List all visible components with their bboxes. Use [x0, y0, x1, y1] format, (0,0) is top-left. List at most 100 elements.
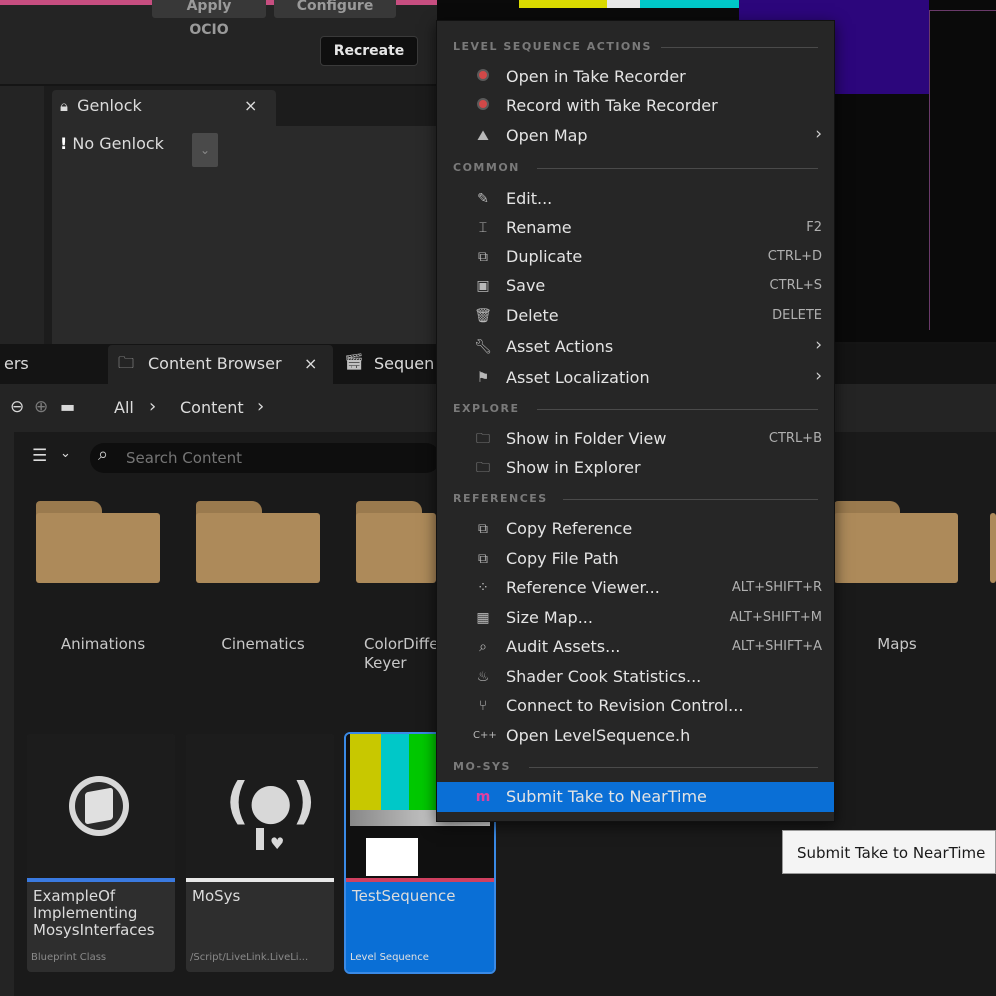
menu-item-label: Save [506, 276, 546, 295]
folder-label: Animations [60, 635, 146, 653]
folder-label: Cinematics [221, 635, 305, 653]
folder-maps[interactable] [834, 501, 958, 583]
menu-item-copy-reference[interactable]: ⧉ Copy Reference [437, 514, 834, 544]
apply-ocio-button[interactable]: Apply OCIO [152, 0, 266, 38]
menu-item-label: Edit... [506, 189, 553, 208]
folder-cinematics[interactable] [196, 501, 320, 583]
menu-item-open-take-recorder[interactable]: Open in Take Recorder [437, 62, 834, 92]
livelink-icon: (●) [226, 772, 316, 830]
menu-item-asset-localization[interactable]: ⚑ Asset Localization › [437, 363, 834, 393]
shortcut-label: CTRL+S [769, 278, 822, 293]
menu-item-label: Audit Assets... [506, 637, 621, 656]
divider [537, 409, 818, 410]
menu-item-connect-revision[interactable]: ⑂ Connect to Revision Control... [437, 691, 834, 721]
asset-name: MoSys [192, 887, 241, 905]
cpp-file-icon: C++ [473, 730, 497, 741]
close-icon[interactable]: × [244, 96, 257, 115]
asset-name: TestSequence [352, 887, 456, 905]
asset-card-mosys[interactable]: (●) ♥ MoSys /Script/LiveLink.LiveLi... [186, 734, 334, 972]
tab-content-browser-label: Content Browser [148, 354, 282, 373]
menu-item-label: Shader Cook Statistics... [506, 667, 702, 686]
tab-genlock[interactable]: 🔒︎ Genlock [52, 90, 276, 126]
menu-item-shader-cook[interactable]: ♨ Shader Cook Statistics... [437, 662, 834, 692]
blueprint-icon [69, 776, 129, 836]
viewport-frame-lines [929, 10, 996, 330]
asset-type-bar [186, 878, 334, 882]
section-level-sequence: LEVEL SEQUENCE ACTIONS [453, 40, 652, 53]
shader-icon: ♨ [476, 669, 490, 685]
menu-item-label: Asset Actions [506, 337, 614, 356]
asset-name: ExampleOf Implementing MosysInterfaces [33, 887, 155, 939]
genlock-status-label: No Genlock [72, 134, 164, 153]
menu-item-edit[interactable]: ✎ Edit... [437, 184, 834, 214]
menu-item-label: Show in Folder View [506, 429, 667, 448]
menu-item-label: Show in Explorer [506, 458, 641, 477]
menu-item-open-map[interactable]: ⛰ Open Map › [437, 121, 834, 151]
asset-type-bar [27, 878, 175, 882]
menu-item-open-header[interactable]: C++ Open LevelSequence.h [437, 721, 834, 751]
folder-search-icon: 🗀︎ [476, 460, 490, 476]
menu-item-audit-assets[interactable]: ⌕ Audit Assets... ALT+SHIFT+A [437, 632, 834, 662]
copy-icon: ⧉ [478, 521, 488, 537]
shortcut-label: F2 [806, 220, 822, 235]
menu-item-label: Size Map... [506, 608, 593, 627]
menu-item-label: Submit Take to NearTime [506, 787, 707, 806]
tab-close-icon[interactable]: × [304, 354, 317, 373]
folder-animations[interactable] [36, 501, 160, 583]
genlock-status: ! No Genlock [60, 134, 164, 153]
menu-item-label: Open LevelSequence.h [506, 726, 691, 745]
genlock-dropdown[interactable]: ⌄ [192, 133, 218, 167]
copy-icon: ⧉ [478, 551, 488, 567]
configure-button[interactable]: Configure [274, 0, 396, 18]
section-common: COMMON [453, 161, 520, 174]
filter-icon[interactable]: ☰ [32, 446, 47, 466]
wrench-icon: 🔧︎ [474, 339, 492, 355]
shortcut-label: ALT+SHIFT+R [731, 580, 822, 595]
breadcrumb-content[interactable]: Content [180, 398, 244, 417]
warning-icon: ! [60, 134, 68, 153]
pencil-icon: ✎ [477, 191, 489, 207]
menu-item-reference-viewer[interactable]: ⁘ Reference Viewer... ALT+SHIFT+R [437, 573, 834, 603]
section-explore: EXPLORE [453, 402, 520, 415]
folder-colordiffkeyer[interactable] [356, 501, 436, 583]
sequencer-icon: 🎬︎ [344, 352, 365, 371]
menu-item-show-folder-view[interactable]: 🗀︎ Show in Folder View CTRL+B [437, 424, 834, 454]
menu-item-submit-take[interactable]: m Submit Take to NearTime [437, 782, 834, 812]
shortcut-label: CTRL+B [768, 431, 822, 446]
breadcrumb-chevron-icon[interactable]: › [257, 396, 264, 417]
breadcrumb-all[interactable]: All [114, 398, 134, 417]
left-side-panel [0, 86, 44, 344]
forward-icon[interactable]: ⊕ [34, 397, 48, 417]
menu-item-delete[interactable]: 🗑︎ Delete DELETE [437, 301, 834, 331]
menu-item-rename[interactable]: ⌶ Rename F2 [437, 213, 834, 243]
menu-item-record-take-recorder[interactable]: Record with Take Recorder [437, 91, 834, 121]
menu-item-size-map[interactable]: ▦ Size Map... ALT+SHIFT+M [437, 603, 834, 633]
folder-partial[interactable] [990, 501, 996, 583]
context-menu: LEVEL SEQUENCE ACTIONS Open in Take Reco… [436, 20, 835, 822]
chevron-down-icon: ⌄ [199, 143, 211, 157]
asset-type-bar [346, 878, 494, 882]
recreate-button[interactable]: Recreate [320, 36, 418, 66]
menu-item-copy-file-path[interactable]: ⧉ Copy File Path [437, 544, 834, 574]
menu-item-save[interactable]: ▣ Save CTRL+S [437, 271, 834, 301]
divider [537, 168, 818, 169]
back-icon[interactable]: ⊖ [10, 397, 24, 417]
asset-card-example[interactable]: ExampleOf Implementing MosysInterfaces B… [27, 734, 175, 972]
section-references: REFERENCES [453, 492, 548, 505]
content-browser-icon: 🗀︎ [118, 353, 135, 372]
folder-label: ColorDiffe Keyer [364, 635, 436, 672]
tab-sequencer-label[interactable]: Sequen [374, 354, 434, 373]
chevron-down-icon[interactable]: ⌄ [60, 446, 71, 461]
tab-partial-left[interactable]: ers [4, 354, 29, 373]
menu-item-label: Reference Viewer... [506, 578, 660, 597]
menu-item-duplicate[interactable]: ⧉ Duplicate CTRL+D [437, 242, 834, 272]
menu-item-label: Asset Localization [506, 368, 650, 387]
menu-item-asset-actions[interactable]: 🔧︎ Asset Actions › [437, 332, 834, 362]
menu-item-show-explorer[interactable]: 🗀︎ Show in Explorer [437, 453, 834, 483]
shortcut-label: DELETE [772, 308, 822, 323]
search-input[interactable] [126, 448, 426, 468]
asset-type: Blueprint Class [31, 952, 107, 963]
asset-thumbnail [27, 734, 175, 878]
save-icon: ▣ [476, 278, 490, 294]
genlock-panel-body [52, 126, 437, 344]
